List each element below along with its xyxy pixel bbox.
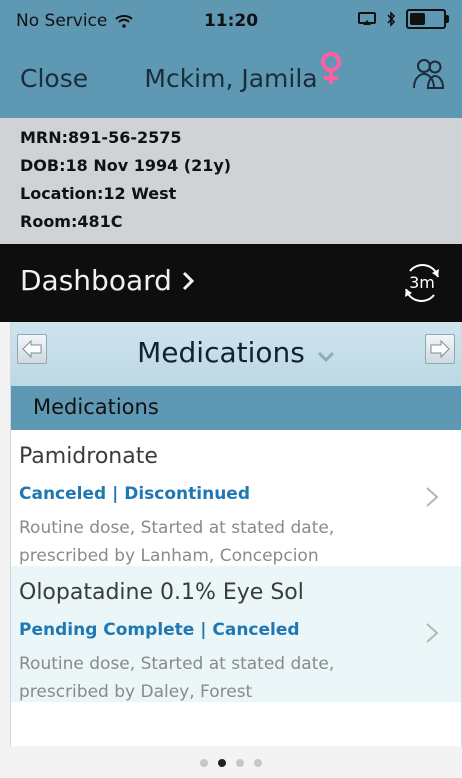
nav-bar: Close Mckim, Jamila bbox=[0, 40, 462, 118]
patient-name: Mckim, Jamila bbox=[144, 64, 318, 93]
dashboard-bar: Dashboard 3m bbox=[0, 244, 462, 322]
patient-dob: DOB:18 Nov 1994 (21y) bbox=[20, 156, 232, 175]
page-dot[interactable] bbox=[254, 759, 262, 767]
medication-row[interactable]: Olopatadine 0.1% Eye Sol Pending Complet… bbox=[11, 566, 461, 702]
chevron-right-icon bbox=[426, 487, 439, 507]
section-label: Medications bbox=[33, 395, 159, 419]
patient-room: Room:481C bbox=[20, 212, 123, 231]
page-dot[interactable] bbox=[200, 759, 208, 767]
patient-mrn: MRN:891-56-2575 bbox=[20, 128, 182, 147]
card-header: Medications bbox=[11, 322, 461, 386]
app-screen: No Service 11:20 Close Mckim, Jamila MRN… bbox=[0, 0, 462, 778]
card-title-dropdown[interactable]: Medications bbox=[11, 336, 461, 369]
airplay-icon bbox=[358, 12, 376, 25]
status-bar: No Service 11:20 bbox=[0, 0, 462, 40]
top-bar: No Service 11:20 Close Mckim, Jamila bbox=[0, 0, 462, 118]
page-dot[interactable] bbox=[218, 759, 226, 767]
medications-card: Medications Medications Pamidronate Canc… bbox=[10, 322, 462, 746]
section-header: Medications bbox=[11, 386, 461, 430]
medication-row[interactable]: Pamidronate Canceled | Discontinued Rout… bbox=[11, 430, 461, 566]
patient-info-panel: MRN:891-56-2575 DOB:18 Nov 1994 (21y) Lo… bbox=[0, 118, 462, 244]
patient-location: Location:12 West bbox=[20, 184, 177, 203]
chevron-right-icon bbox=[182, 271, 194, 290]
medication-name: Pamidronate bbox=[19, 444, 158, 469]
medication-description: Routine dose, Started at stated date, pr… bbox=[19, 654, 335, 702]
female-icon bbox=[321, 52, 341, 84]
refresh-button[interactable]: 3m bbox=[398, 259, 446, 307]
status-right bbox=[358, 9, 449, 29]
next-card-button[interactable] bbox=[425, 334, 455, 364]
dashboard-title: Dashboard bbox=[20, 264, 172, 297]
chevron-right-icon bbox=[426, 623, 439, 643]
chevron-down-icon bbox=[317, 351, 334, 362]
bluetooth-icon bbox=[387, 11, 396, 27]
battery-fill bbox=[410, 13, 425, 25]
medication-name: Olopatadine 0.1% Eye Sol bbox=[19, 580, 304, 605]
battery-icon bbox=[406, 9, 449, 29]
medication-description: Routine dose, Started at stated date, pr… bbox=[19, 518, 335, 566]
users-icon[interactable] bbox=[408, 54, 448, 94]
page-indicator[interactable] bbox=[0, 750, 462, 776]
arrow-right-icon bbox=[430, 339, 450, 359]
page-dot[interactable] bbox=[236, 759, 244, 767]
refresh-interval-label: 3m bbox=[409, 273, 435, 292]
dashboard-link[interactable]: Dashboard bbox=[20, 264, 194, 297]
card-title: Medications bbox=[137, 336, 305, 369]
